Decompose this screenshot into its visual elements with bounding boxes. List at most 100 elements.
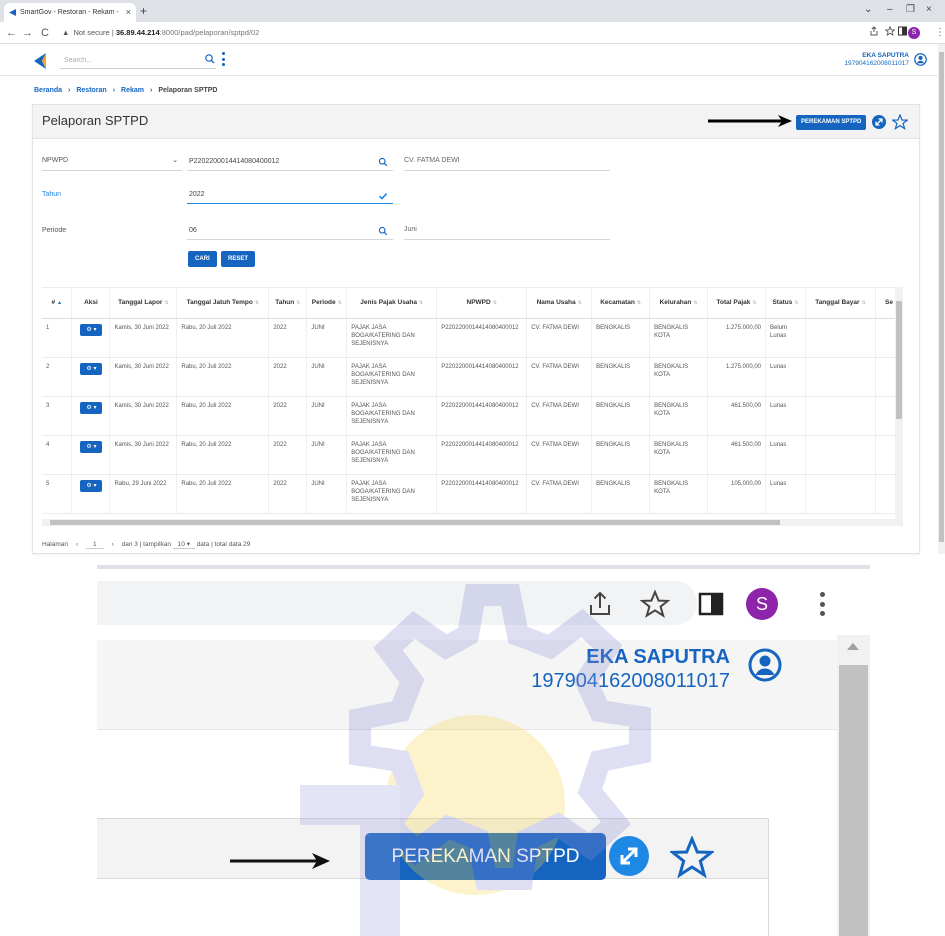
column-header[interactable]: Tanggal Bayar ⇅ (805, 288, 876, 319)
row-actions: ⚙ ▾ (71, 357, 111, 397)
zoom-page-scrollbar[interactable] (837, 635, 870, 936)
page-size-caret-icon: ▾ (186, 541, 190, 548)
zoom-profile-avatar[interactable]: S (746, 588, 778, 620)
page-size-select[interactable]: 10 ▾ (172, 540, 195, 549)
jenis-pajak-cell: PAJAK JASA BOGA/KATERING DAN SEJENISNYA (346, 435, 438, 475)
browser-tab[interactable]: SmartGov - Restoran - Rekam - × (4, 3, 136, 22)
column-header[interactable]: # ▲ (42, 288, 73, 319)
app-logo-icon[interactable] (34, 53, 46, 69)
favorite-star-icon[interactable] (892, 114, 908, 130)
column-header[interactable]: Tanggal Lapor ⇅ (109, 288, 178, 319)
table-vscroll-thumb[interactable] (896, 301, 902, 419)
zoom-share-icon[interactable] (585, 589, 615, 619)
next-page-button[interactable]: › (112, 541, 114, 548)
back-icon[interactable]: ← (6, 25, 17, 41)
new-tab-button[interactable]: + (140, 3, 147, 20)
url-bar[interactable]: ▲ Not secure | 36.89.44.214:8000/pad/pela… (62, 25, 882, 41)
row-number: 3 (42, 396, 73, 436)
table-row[interactable]: 4 ⚙ ▾ Kamis, 30 Juni 2022 Rabu, 20 Juli 202… (42, 435, 903, 475)
breadcrumb-beranda[interactable]: Beranda (34, 87, 62, 94)
sidepanel-icon[interactable] (898, 26, 907, 36)
app-menu-icon[interactable] (222, 52, 226, 66)
column-header[interactable]: Total Pajak ⇅ (707, 288, 767, 319)
periode-input[interactable] (187, 222, 393, 240)
search-icon[interactable] (204, 53, 216, 65)
url-separator: | (111, 28, 114, 37)
zoom-user-account-icon[interactable] (748, 648, 782, 682)
column-header[interactable]: Tanggal Jatuh Tempo ⇅ (176, 288, 270, 319)
tab-search-icon[interactable]: ⌄ (864, 2, 872, 18)
periode-cell: JUNI (306, 396, 348, 436)
tab-close-icon[interactable]: × (126, 3, 131, 22)
url-host: 36.89.44.214 (115, 28, 160, 37)
scroll-up-icon[interactable] (847, 643, 859, 650)
tahun-input[interactable] (187, 186, 393, 204)
cari-button[interactable]: CARI (188, 251, 217, 267)
zoom-bookmark-star-icon[interactable] (640, 589, 670, 619)
row-action-button[interactable]: ⚙ ▾ (80, 479, 103, 492)
breadcrumb-restoran[interactable]: Restoran (76, 87, 106, 94)
column-header[interactable]: Periode ⇅ (306, 288, 348, 319)
perekaman-sptpd-button[interactable]: PEREKAMAN SPTPD (796, 115, 867, 130)
table-hscroll-thumb[interactable] (50, 520, 780, 525)
column-header[interactable]: Kelurahan ⇅ (649, 288, 709, 319)
user-account-icon[interactable] (914, 53, 927, 66)
zoom-perekaman-sptpd-button[interactable]: PEREKAMAN SPTPD (365, 833, 606, 880)
row-action-button[interactable]: ⚙ ▾ (80, 440, 103, 453)
zoom-sidepanel-icon[interactable] (696, 589, 726, 619)
reload-icon[interactable]: C (41, 25, 49, 41)
zoom-expand-icon[interactable] (609, 836, 649, 876)
table-horizontal-scrollbar[interactable] (42, 519, 903, 526)
row-number: 2 (42, 357, 73, 397)
row-action-button[interactable]: ⚙ ▾ (80, 362, 103, 375)
share-icon[interactable] (869, 26, 879, 36)
minimize-icon[interactable]: – (887, 2, 893, 18)
kelurahan-cell: BENGKALIS KOTA (649, 474, 709, 514)
kecamatan-cell: BENGKALIS (591, 435, 651, 475)
npwpd-input[interactable] (187, 153, 393, 171)
zoom-favorite-star-icon[interactable] (670, 836, 714, 878)
bookmark-star-icon[interactable] (885, 26, 895, 36)
npwpd-search-icon[interactable] (378, 157, 388, 167)
table-row[interactable]: 3 ⚙ ▾ Kamis, 30 Juni 2022 Rabu, 20 Juli 202… (42, 396, 903, 436)
table-row[interactable]: 2 ⚙ ▾ Kamis, 30 Juni 2022 Rabu, 20 Juli 202… (42, 357, 903, 397)
breadcrumb-current: Pelaporan SPTPD (158, 87, 218, 94)
close-window-icon[interactable]: × (926, 2, 932, 18)
zoom-browser-menu-icon[interactable] (819, 592, 825, 616)
profile-avatar[interactable]: S (908, 27, 920, 39)
page-scrollbar[interactable] (938, 44, 945, 554)
kelurahan-cell: BENGKALIS KOTA (649, 357, 709, 397)
expand-icon[interactable] (872, 115, 886, 129)
npwpd-type-select[interactable]: NPWPD ⌄ (42, 153, 182, 171)
tahun-cell: 2022 (268, 396, 308, 436)
forward-icon[interactable]: → (22, 25, 33, 41)
table-row[interactable]: 1 ⚙ ▾ Kamis, 30 Juni 2022 Rabu, 20 Juli 202… (42, 318, 903, 358)
row-action-button[interactable]: ⚙ ▾ (80, 401, 103, 414)
tanggal-lapor-cell: Kamis, 30 Juni 2022 (109, 435, 178, 475)
table-vertical-scrollbar[interactable] (895, 287, 903, 519)
breadcrumb-rekam[interactable]: Rekam (121, 87, 144, 94)
column-header[interactable]: Tahun ⇅ (268, 288, 308, 319)
nama-usaha-cell: CV. FATMA DEWI (526, 318, 593, 358)
maximize-icon[interactable]: ❐ (906, 2, 915, 18)
prev-page-button[interactable]: ‹ (76, 541, 78, 548)
total-pajak-cell: 461.500,00 (707, 435, 767, 475)
column-header[interactable]: NPWPD ⇅ (436, 288, 528, 319)
total-pajak-cell: 105.000,00 (707, 474, 767, 514)
status-cell: Belum Lunas (765, 318, 806, 358)
column-header[interactable]: Aksi (71, 288, 111, 319)
column-header[interactable]: Jenis Pajak Usaha ⇅ (346, 288, 438, 319)
zoom-scroll-thumb[interactable] (839, 665, 868, 936)
page-number-input[interactable]: 1 (85, 541, 104, 549)
page-scroll-thumb[interactable] (939, 52, 944, 542)
column-header[interactable]: Status ⇅ (765, 288, 806, 319)
reset-button[interactable]: RESET (221, 251, 256, 267)
jenis-pajak-cell: PAJAK JASA BOGA/KATERING DAN SEJENISNYA (346, 318, 438, 358)
table-row[interactable]: 5 ⚙ ▾ Rabu, 29 Juni 2022 Rabu, 20 Juli 2022… (42, 474, 903, 514)
browser-menu-icon[interactable]: ⋮ (935, 26, 945, 40)
column-header[interactable]: Nama Usaha ⇅ (526, 288, 593, 319)
column-header[interactable]: Kecamatan ⇅ (591, 288, 651, 319)
search-input[interactable] (60, 52, 216, 69)
row-action-button[interactable]: ⚙ ▾ (80, 323, 103, 336)
periode-search-icon[interactable] (378, 226, 388, 236)
